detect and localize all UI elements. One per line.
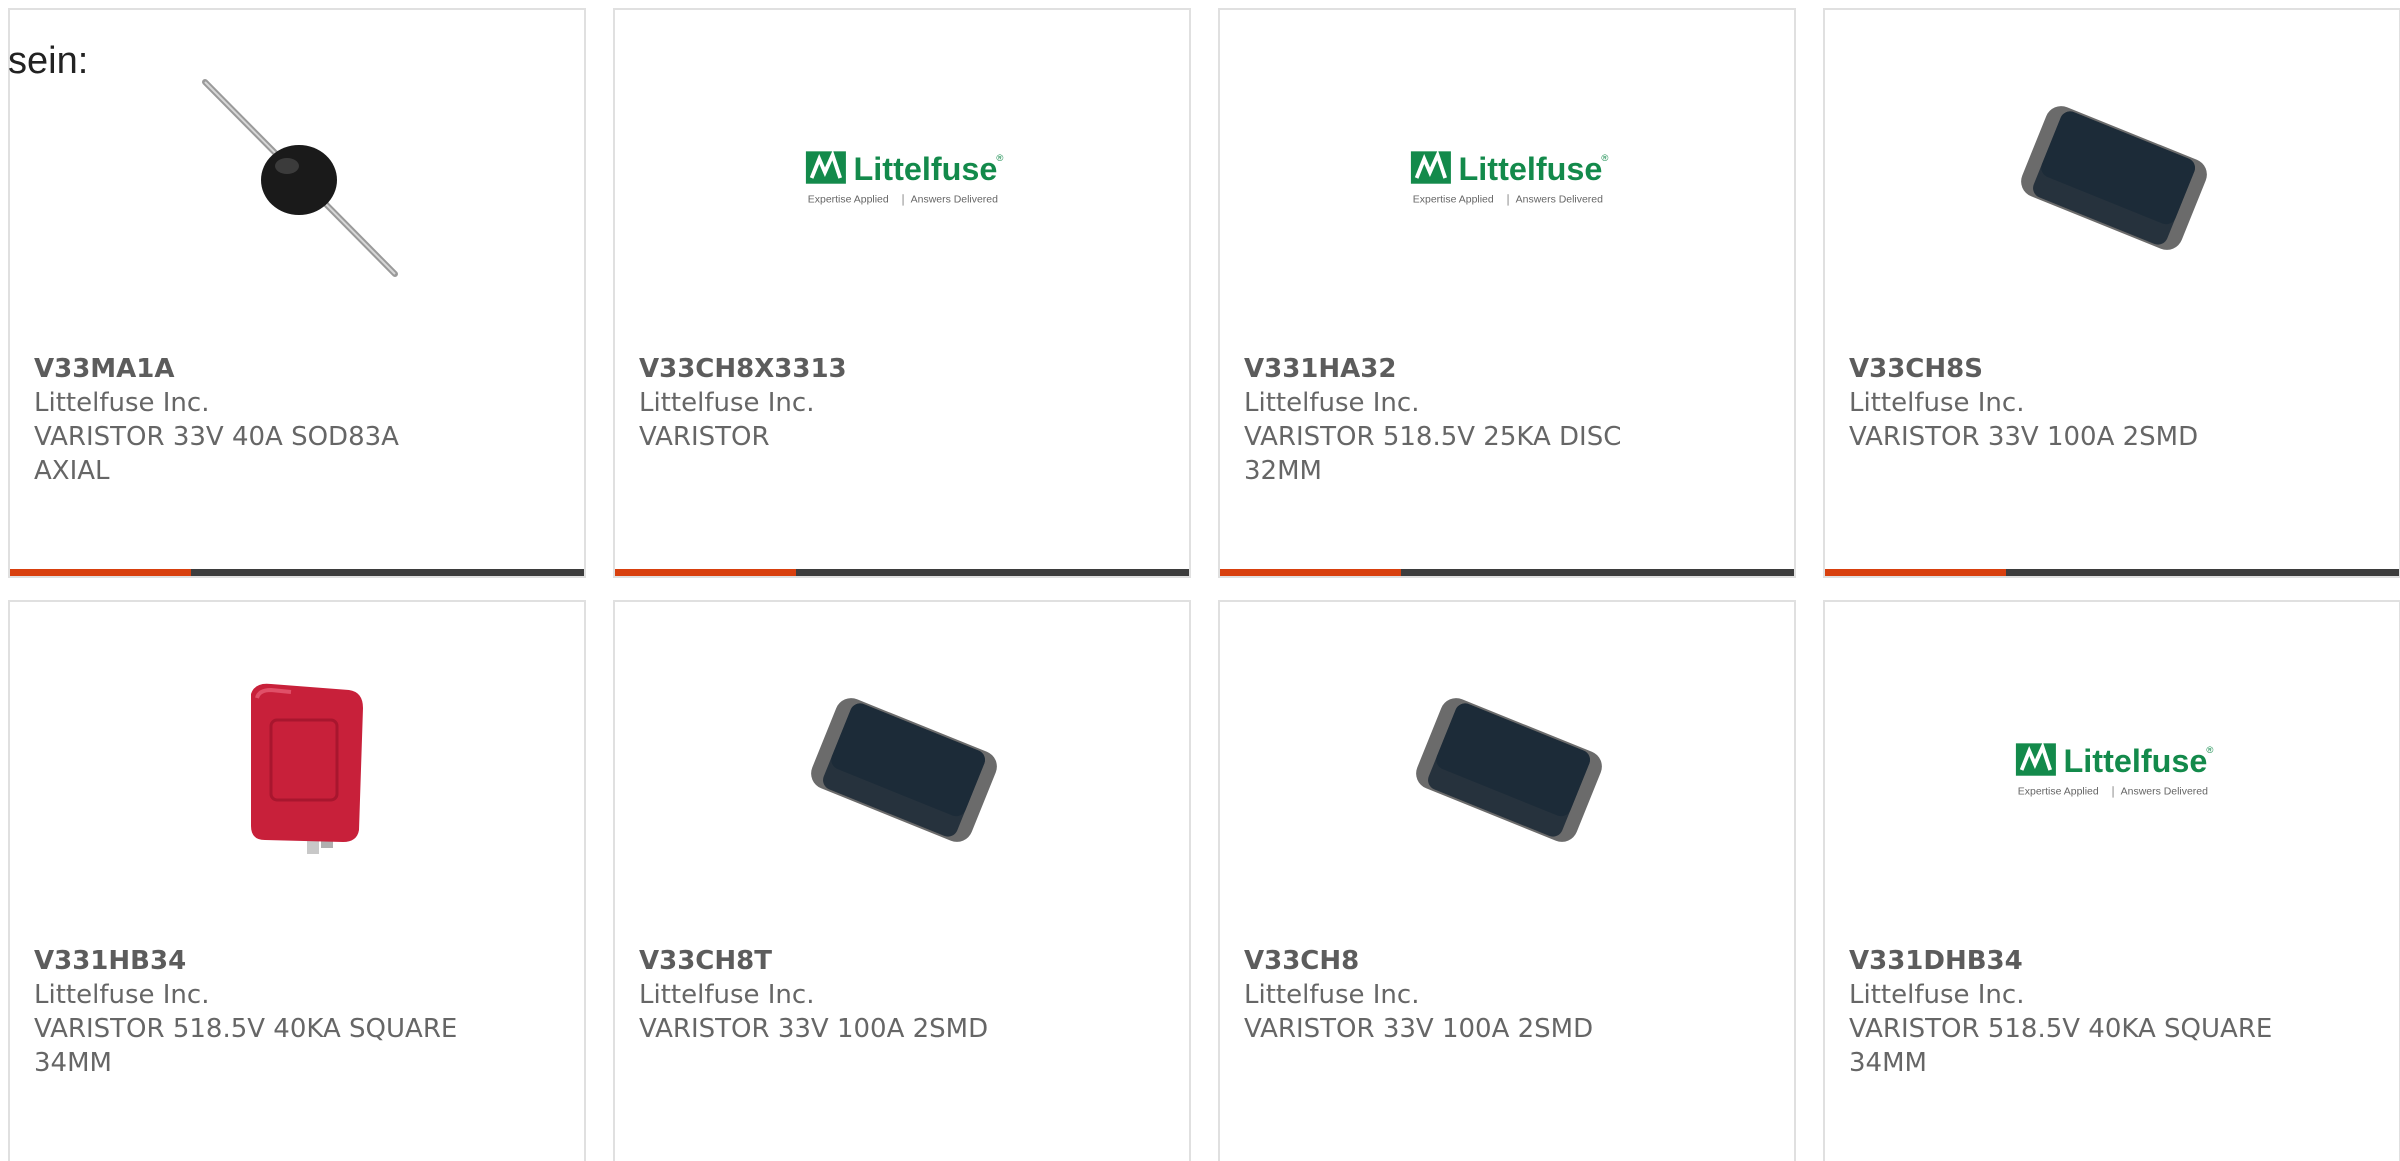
svg-text:Littelfuse: Littelfuse xyxy=(854,151,998,187)
littelfuse-logo-illustration: Littelfuse® Expertise Applied Answers Deli… xyxy=(2015,741,2213,798)
manufacturer-name: Littelfuse Inc. xyxy=(1244,388,1420,418)
product-description: VARISTOR 33V 100A 2SMD xyxy=(639,1014,989,1044)
manufacturer-name: Littelfuse Inc. xyxy=(639,388,815,418)
svg-text:Expertise Applied: Expertise Applied xyxy=(2018,787,2099,798)
svg-text:Answers Delivered: Answers Delivered xyxy=(911,195,998,206)
part-number-link[interactable]: V331HA32 xyxy=(1244,352,1674,386)
product-description: VARISTOR xyxy=(639,422,770,452)
product-info: V33CH8T Littelfuse Inc. VARISTOR 33V 100… xyxy=(639,944,1069,1046)
product-card[interactable]: V33CH8 Littelfuse Inc. VARISTOR 33V 100A… xyxy=(1218,600,1796,1161)
product-grid: V33MA1A Littelfuse Inc. VARISTOR 33V 40A… xyxy=(8,8,2400,1161)
product-image[interactable]: Littelfuse ® Expertise Applied Answers Deli… xyxy=(1409,78,1609,278)
part-number-link[interactable]: V33MA1A xyxy=(34,352,464,386)
product-image[interactable]: Littelfuse ® Expertise Applied Answers Deli… xyxy=(2014,670,2214,870)
card-bottom-bar xyxy=(1825,569,2399,576)
svg-text:®: ® xyxy=(2206,745,2213,756)
product-info: V33CH8S Littelfuse Inc. VARISTOR 33V 100… xyxy=(1849,352,2279,454)
product-image[interactable]: Littelfuse ® Expertise Applied Answers Deli… xyxy=(804,78,1004,278)
svg-text:Expertise Applied: Expertise Applied xyxy=(1413,195,1494,206)
product-card[interactable]: Littelfuse ® Expertise Applied Answers Deli… xyxy=(1218,8,1796,578)
product-image[interactable] xyxy=(2014,78,2214,278)
product-info: V331HB34 Littelfuse Inc. VARISTOR 518.5V… xyxy=(34,944,464,1080)
product-card[interactable]: V33CH8S Littelfuse Inc. VARISTOR 33V 100… xyxy=(1823,8,2400,578)
manufacturer-name: Littelfuse Inc. xyxy=(1849,388,2025,418)
manufacturer-name: Littelfuse Inc. xyxy=(34,388,210,418)
card-accent-bar xyxy=(1220,569,1401,576)
littelfuse-logo-illustration: Littelfuse® Expertise Applied Answers Deli… xyxy=(1410,149,1608,206)
product-card[interactable]: V331HB34 Littelfuse Inc. VARISTOR 518.5V… xyxy=(8,600,586,1161)
product-description: VARISTOR 33V 100A 2SMD xyxy=(1244,1014,1594,1044)
product-description: VARISTOR 33V 40A SOD83A AXIAL xyxy=(34,422,399,486)
product-info: V33MA1A Littelfuse Inc. VARISTOR 33V 40A… xyxy=(34,352,464,488)
card-bottom-bar xyxy=(1220,569,1794,576)
svg-text:Littelfuse: Littelfuse xyxy=(2064,743,2208,779)
card-accent-bar xyxy=(10,569,191,576)
product-image[interactable] xyxy=(199,670,399,870)
product-card[interactable]: Littelfuse ® Expertise Applied Answers Deli… xyxy=(1823,600,2400,1161)
square-varistor-illustration xyxy=(251,683,363,854)
product-info: V331HA32 Littelfuse Inc. VARISTOR 518.5V… xyxy=(1244,352,1674,488)
littelfuse-logo-illustration: Littelfuse® Expertise Applied Answers Deli… xyxy=(805,149,1003,206)
product-description: VARISTOR 518.5V 40KA SQUARE 34MM xyxy=(34,1014,458,1078)
manufacturer-name: Littelfuse Inc. xyxy=(34,980,210,1010)
product-description: VARISTOR 518.5V 40KA SQUARE 34MM xyxy=(1849,1014,2273,1078)
svg-text:Answers Delivered: Answers Delivered xyxy=(2121,787,2208,798)
product-description: VARISTOR 518.5V 25KA DISC 32MM xyxy=(1244,422,1622,486)
svg-text:Answers Delivered: Answers Delivered xyxy=(1516,195,1603,206)
card-bottom-bar xyxy=(615,569,1189,576)
intro-text: sein: xyxy=(8,40,89,82)
svg-text:®: ® xyxy=(996,153,1003,164)
product-info: V33CH8X3313 Littelfuse Inc. VARISTOR xyxy=(639,352,1069,454)
product-image[interactable] xyxy=(1409,670,1609,870)
product-description: VARISTOR 33V 100A 2SMD xyxy=(1849,422,2199,452)
axial-varistor-illustration xyxy=(202,79,398,277)
card-accent-bar xyxy=(615,569,796,576)
svg-text:Expertise Applied: Expertise Applied xyxy=(808,195,889,206)
smd-chip-illustration xyxy=(2021,106,2207,250)
smd-chip-illustration xyxy=(1416,698,1602,842)
product-image[interactable] xyxy=(199,78,399,278)
product-card[interactable]: V33MA1A Littelfuse Inc. VARISTOR 33V 40A… xyxy=(8,8,586,578)
product-card[interactable]: Littelfuse ® Expertise Applied Answers Deli… xyxy=(613,8,1191,578)
card-bottom-bar xyxy=(10,569,584,576)
smd-chip-illustration xyxy=(811,698,997,842)
part-number-link[interactable]: V331HB34 xyxy=(34,944,464,978)
part-number-link[interactable]: V33CH8 xyxy=(1244,944,1674,978)
part-number-link[interactable]: V33CH8X3313 xyxy=(639,352,1069,386)
manufacturer-name: Littelfuse Inc. xyxy=(1849,980,2025,1010)
manufacturer-name: Littelfuse Inc. xyxy=(639,980,815,1010)
product-info: V331DHB34 Littelfuse Inc. VARISTOR 518.5… xyxy=(1849,944,2279,1080)
product-results-page: sein: V33MA1A Littelfuse Inc. VARISTOR 3… xyxy=(0,0,2400,1161)
part-number-link[interactable]: V33CH8T xyxy=(639,944,1069,978)
product-image[interactable] xyxy=(804,670,1004,870)
manufacturer-name: Littelfuse Inc. xyxy=(1244,980,1420,1010)
card-accent-bar xyxy=(1825,569,2006,576)
part-number-link[interactable]: V33CH8S xyxy=(1849,352,2279,386)
part-number-link[interactable]: V331DHB34 xyxy=(1849,944,2279,978)
svg-text:Littelfuse: Littelfuse xyxy=(1459,151,1603,187)
product-card[interactable]: V33CH8T Littelfuse Inc. VARISTOR 33V 100… xyxy=(613,600,1191,1161)
svg-text:®: ® xyxy=(1601,153,1608,164)
product-info: V33CH8 Littelfuse Inc. VARISTOR 33V 100A… xyxy=(1244,944,1674,1046)
